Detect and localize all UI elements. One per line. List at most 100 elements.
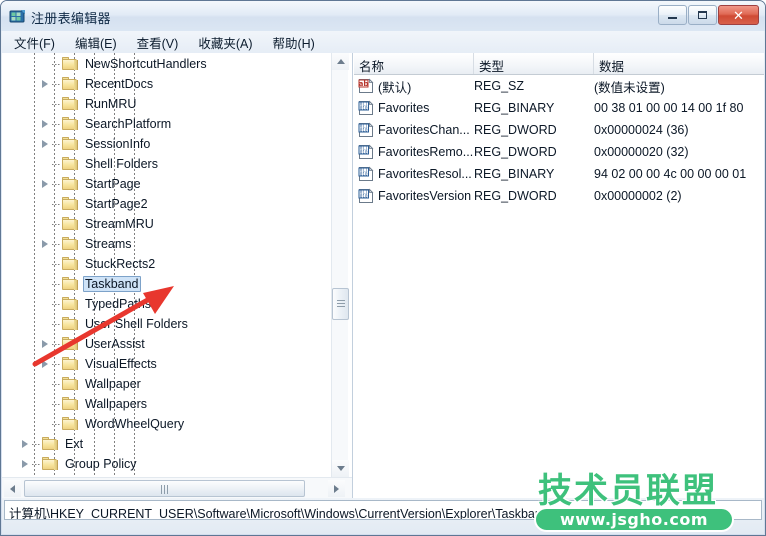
scroll-down-arrow-icon[interactable] xyxy=(332,460,349,477)
expand-chevron-icon[interactable] xyxy=(40,79,51,90)
tree-item-visualeffects[interactable]: VisualEffects xyxy=(40,354,159,374)
tree-item-label: Wallpapers xyxy=(85,397,148,411)
tree-connector-line xyxy=(52,403,61,405)
registry-tree-pane[interactable]: NewShortcutHandlers RecentDocs RunMRU Searc… xyxy=(2,53,353,498)
value-type: REG_DWORD xyxy=(474,123,557,137)
tree-item-taskband[interactable]: Taskband xyxy=(40,274,141,294)
column-header-name[interactable]: 名称 xyxy=(354,53,474,74)
tree-item-userassist[interactable]: UserAssist xyxy=(40,334,147,354)
title-bar: 注册表编辑器 ✕ xyxy=(1,1,765,31)
tree-item-user-shell-folders[interactable]: User Shell Folders xyxy=(40,314,190,334)
tree-item-streams[interactable]: Streams xyxy=(40,234,134,254)
menu-file[interactable]: 文件(F) xyxy=(10,31,65,54)
folder-icon xyxy=(62,377,78,391)
tree-connector-line xyxy=(52,83,61,85)
tree-item-wallpaper[interactable]: Wallpaper xyxy=(40,374,143,394)
menu-view[interactable]: 查看(V) xyxy=(133,31,189,54)
tree-item-ext[interactable]: Ext xyxy=(20,434,85,454)
column-header-type[interactable]: 类型 xyxy=(474,53,594,74)
tree-connector-line xyxy=(52,243,61,245)
folder-icon xyxy=(62,417,78,431)
value-name: FavoritesVersion xyxy=(378,189,472,203)
tree-item-label: TypedPaths xyxy=(85,297,152,311)
folder-icon xyxy=(62,357,78,371)
value-row[interactable]: 011 010 Favorites REG_BINARY 00 38 01 00 00 … xyxy=(354,97,764,119)
expand-chevron-icon[interactable] xyxy=(20,459,31,470)
tree-scroll-thumb[interactable] xyxy=(332,288,349,320)
tree-viewport: NewShortcutHandlers RecentDocs RunMRU Searc… xyxy=(2,53,332,477)
tree-item-newshortcuthandlers[interactable]: NewShortcutHandlers xyxy=(40,54,209,74)
registry-editor-window: 注册表编辑器 ✕ 文件(F) 编辑(E) 查看(V) 收藏夹(A) 帮助(H) NewS… xyxy=(0,0,766,536)
expand-chevron-icon[interactable] xyxy=(40,179,51,190)
tree-connector-line xyxy=(52,383,61,385)
tree-item-startpage2[interactable]: StartPage2 xyxy=(40,194,150,214)
tree-item-group-policy[interactable]: Group Policy xyxy=(20,454,139,474)
expand-chevron-icon[interactable] xyxy=(40,139,51,150)
tree-item-label: WordWheelQuery xyxy=(85,417,185,431)
expand-chevron-icon[interactable] xyxy=(40,359,51,370)
value-row[interactable]: 011 010 FavoritesResol... REG_BINARY 94 02 0… xyxy=(354,163,764,185)
tree-item-recentdocs[interactable]: RecentDocs xyxy=(40,74,155,94)
folder-icon xyxy=(62,317,78,331)
value-row[interactable]: 011 010 FavoritesVersion REG_DWORD 0x0000000… xyxy=(354,185,764,207)
value-row[interactable]: 011 010 FavoritesRemo... REG_DWORD 0x0000002… xyxy=(354,141,764,163)
folder-icon xyxy=(62,257,78,271)
tree-item-wordwheelquery[interactable]: WordWheelQuery xyxy=(40,414,186,434)
folder-icon xyxy=(62,337,78,351)
tree-vertical-scrollbar[interactable] xyxy=(331,53,349,477)
maximize-button[interactable] xyxy=(688,5,717,25)
tree-item-wallpapers[interactable]: Wallpapers xyxy=(40,394,149,414)
scroll-right-arrow-icon[interactable] xyxy=(328,480,345,497)
tree-item-sessioninfo[interactable]: SessionInfo xyxy=(40,134,152,154)
tree-item-shell-folders[interactable]: Shell Folders xyxy=(40,154,160,174)
tree-connector-line xyxy=(52,223,61,225)
folder-icon xyxy=(62,297,78,311)
tree-item-startpage[interactable]: StartPage xyxy=(40,174,143,194)
tree-item-label: Streams xyxy=(85,237,132,251)
tree-hscroll-thumb[interactable] xyxy=(24,480,305,497)
value-name: FavoritesChan... xyxy=(378,123,470,137)
tree-item-label: Group Policy xyxy=(65,457,137,471)
value-type: REG_BINARY xyxy=(474,101,555,115)
tree-item-typedpaths[interactable]: TypedPaths xyxy=(40,294,153,314)
tree-item-label: User Shell Folders xyxy=(85,317,188,331)
scroll-up-arrow-icon[interactable] xyxy=(332,53,349,70)
menu-help[interactable]: 帮助(H) xyxy=(268,31,324,54)
menu-favorites[interactable]: 收藏夹(A) xyxy=(194,31,262,54)
close-button[interactable]: ✕ xyxy=(718,5,759,25)
tree-item-label: Shell Folders xyxy=(85,157,158,171)
folder-icon xyxy=(62,237,78,251)
expand-chevron-icon[interactable] xyxy=(40,239,51,250)
tree-connector-line xyxy=(52,183,61,185)
value-type: REG_DWORD xyxy=(474,145,557,159)
column-header-data[interactable]: 数据 xyxy=(594,53,764,74)
tree-item-label: RecentDocs xyxy=(85,77,154,91)
binary-value-icon: 011 010 xyxy=(358,188,374,204)
folder-icon xyxy=(62,137,78,151)
tree-connector-line xyxy=(52,263,61,265)
expand-chevron-icon[interactable] xyxy=(40,339,51,350)
svg-text:010: 010 xyxy=(360,127,368,132)
tree-twisty-placeholder xyxy=(40,299,51,310)
tree-horizontal-scrollbar[interactable] xyxy=(2,477,352,498)
minimize-button[interactable] xyxy=(658,5,687,25)
tree-item-searchplatform[interactable]: SearchPlatform xyxy=(40,114,173,134)
expand-chevron-icon[interactable] xyxy=(40,119,51,130)
value-row[interactable]: ab (默认) REG_SZ (数值未设置) xyxy=(354,75,764,97)
value-row[interactable]: 011 010 FavoritesChan... REG_DWORD 0x0000002… xyxy=(354,119,764,141)
folder-icon xyxy=(62,177,78,191)
menu-edit[interactable]: 编辑(E) xyxy=(71,31,127,54)
tree-connector-line xyxy=(52,323,61,325)
tree-item-stuckrects2[interactable]: StuckRects2 xyxy=(40,254,157,274)
tree-item-runmru[interactable]: RunMRU xyxy=(40,94,138,114)
value-data: 94 02 00 00 4c 00 00 00 01 xyxy=(594,167,747,181)
scroll-left-arrow-icon[interactable] xyxy=(4,480,21,497)
tree-item-streammru[interactable]: StreamMRU xyxy=(40,214,156,234)
tree-item-label: Ext xyxy=(65,437,84,451)
expand-chevron-icon[interactable] xyxy=(20,439,31,450)
registry-value-list-pane[interactable]: 名称 类型 数据 ab (默认) REG_SZ (数值未设置) 011 010 Favori… xyxy=(354,53,764,498)
binary-value-icon: 011 010 xyxy=(358,166,374,182)
tree-connector-line xyxy=(52,163,61,165)
folder-icon xyxy=(62,397,78,411)
status-bar: 计算机\HKEY_CURRENT_USER\Software\Microsoft… xyxy=(2,498,764,534)
